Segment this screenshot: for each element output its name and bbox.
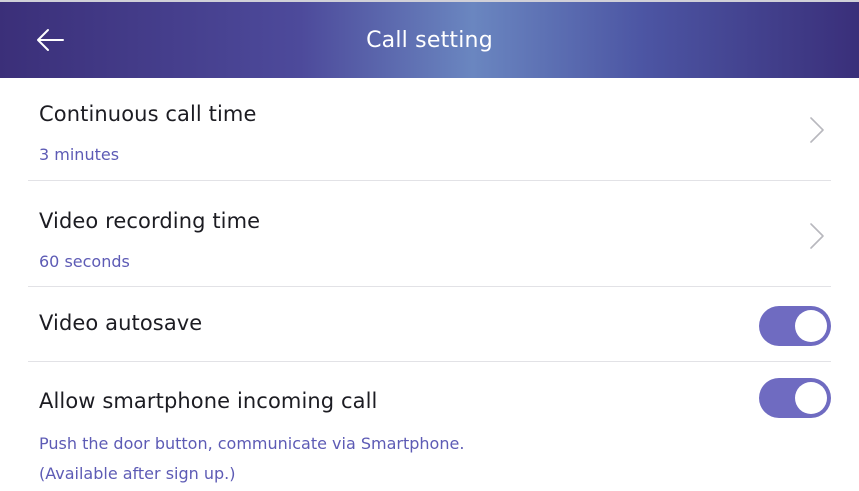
- call-setting-screen: Call setting Continuous call time 3 minu…: [0, 0, 859, 491]
- toggle-knob: [795, 382, 827, 414]
- setting-allow-smartphone-incoming-call: Allow smartphone incoming call Push the …: [28, 362, 831, 491]
- setting-label: Video recording time: [39, 209, 261, 233]
- toggle-knob: [795, 310, 827, 342]
- setting-label: Continuous call time: [39, 102, 257, 126]
- setting-continuous-call-time[interactable]: Continuous call time 3 minutes: [28, 78, 831, 181]
- smartphone-call-toggle[interactable]: [759, 378, 831, 418]
- video-autosave-toggle[interactable]: [759, 306, 831, 346]
- top-bar: Call setting: [0, 0, 859, 78]
- setting-description: Push the door button, communicate via Sm…: [39, 434, 465, 453]
- chevron-right-icon: [810, 223, 824, 249]
- settings-list: Continuous call time 3 minutes Video rec…: [0, 78, 859, 491]
- setting-label: Allow smartphone incoming call: [39, 389, 378, 413]
- setting-video-recording-time[interactable]: Video recording time 60 seconds: [28, 181, 831, 287]
- setting-value: 60 seconds: [39, 252, 130, 271]
- chevron-right-icon: [810, 117, 824, 143]
- setting-value: 3 minutes: [39, 145, 120, 164]
- setting-video-autosave: Video autosave: [28, 287, 831, 362]
- setting-description-note: (Available after sign up.): [39, 464, 236, 483]
- setting-label: Video autosave: [39, 311, 203, 335]
- page-title: Call setting: [366, 28, 493, 53]
